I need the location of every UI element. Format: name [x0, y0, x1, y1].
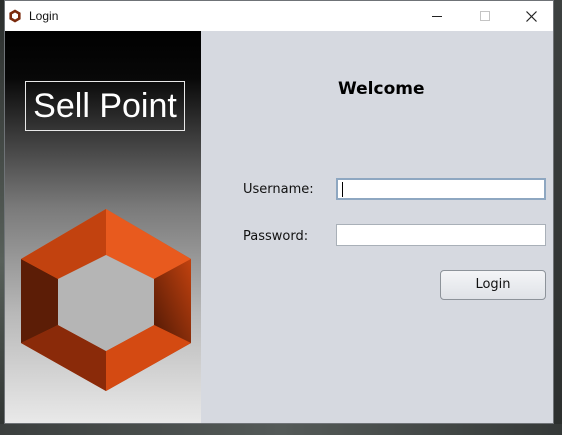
login-button[interactable]: Login	[440, 270, 546, 300]
desktop-background-bottom	[0, 424, 562, 435]
close-button[interactable]	[508, 1, 554, 31]
welcome-heading: Welcome	[338, 79, 425, 99]
username-label: Username:	[243, 182, 314, 197]
username-input[interactable]	[336, 178, 546, 200]
minimize-icon	[432, 16, 442, 17]
brand-sidebar: Sell Point	[5, 31, 201, 423]
window-title: Login	[29, 9, 59, 23]
brand-title: Sell Point	[25, 81, 185, 131]
password-input[interactable]	[336, 224, 546, 246]
close-icon	[526, 11, 537, 22]
desktop-background-right	[554, 0, 562, 435]
maximize-button[interactable]	[462, 1, 508, 31]
title-bar[interactable]: Login	[5, 1, 553, 31]
hexagon-logo	[21, 209, 191, 391]
maximize-icon	[480, 11, 490, 21]
password-label: Password:	[243, 229, 309, 244]
minimize-button[interactable]	[414, 1, 460, 31]
login-window: Login Sell Point Welcome Username: Passw…	[4, 0, 554, 424]
text-cursor	[342, 182, 343, 197]
app-icon	[9, 9, 21, 23]
